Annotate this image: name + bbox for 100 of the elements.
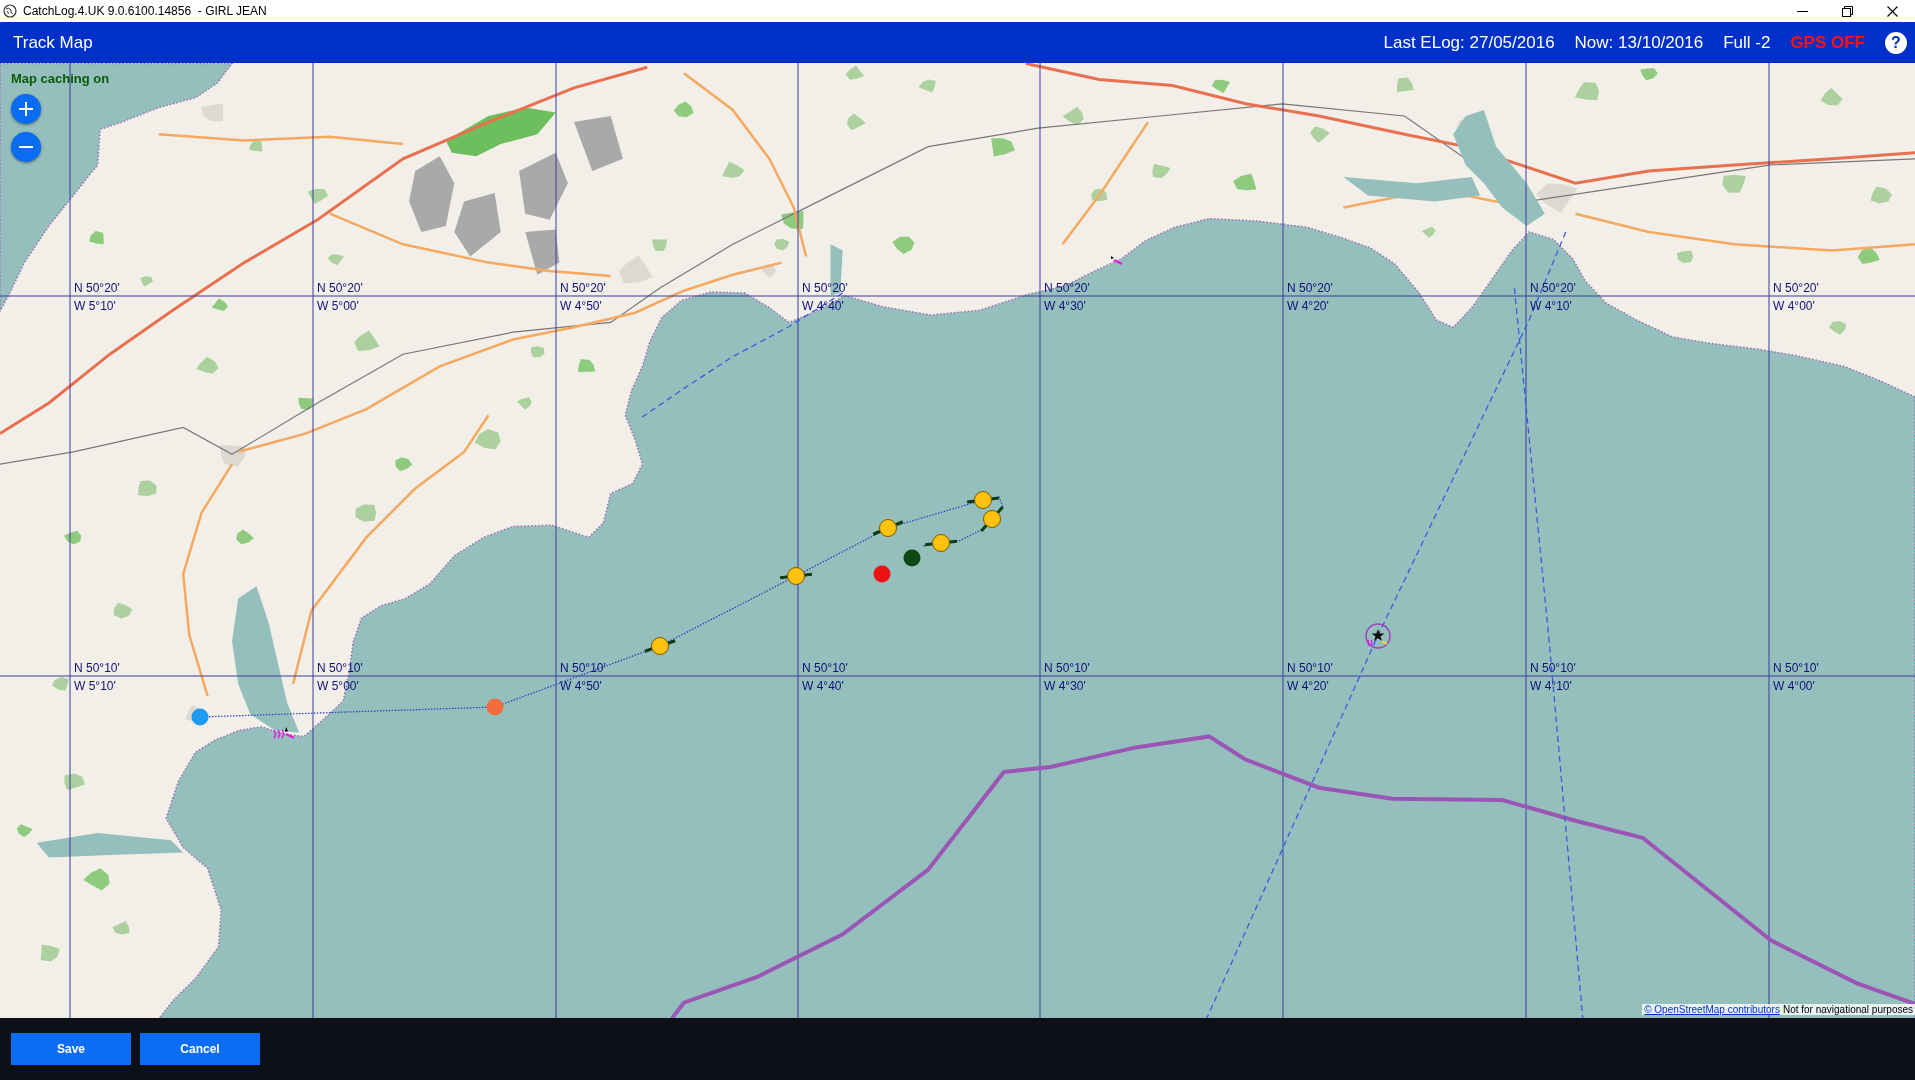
heading-tick [779, 572, 813, 580]
pointer-marker-icon [1111, 256, 1123, 266]
longitude-label: W 5°00' [317, 299, 359, 313]
woodland-area [774, 239, 790, 251]
longitude-label: W 4°30' [1044, 299, 1086, 313]
heading-tick [924, 539, 958, 547]
woodland-area [113, 602, 133, 619]
latitude-label: N 50°10' [317, 661, 363, 675]
longitude-label: W 5°10' [74, 299, 116, 313]
woodland-area [474, 429, 501, 450]
plus-icon [19, 102, 33, 116]
latitude-label: N 50°20' [1773, 281, 1819, 295]
woodland-area [578, 358, 596, 373]
woodland-area [1574, 81, 1599, 101]
quarry-area [525, 229, 560, 275]
woodland-area [1722, 174, 1746, 193]
gps-status: GPS OFF [1790, 32, 1865, 53]
heading-tick [966, 496, 1000, 504]
woodland-area [892, 236, 915, 254]
map-caching-status: Map caching on [11, 71, 110, 86]
longitude-label: W 4°20' [1287, 299, 1329, 313]
quarry-area [454, 193, 501, 257]
woodland-area [52, 677, 69, 691]
woodland-area [1310, 126, 1330, 144]
latitude-label: N 50°10' [74, 661, 120, 675]
woodland-area [236, 529, 254, 545]
woodland-area [112, 921, 130, 935]
woodland-area [1421, 226, 1436, 238]
latitude-label: N 50°20' [1044, 281, 1090, 295]
longitude-label: W 5°10' [74, 679, 116, 693]
woodland-area [307, 188, 329, 204]
woodland-area [991, 138, 1015, 157]
woodland-area [1870, 186, 1892, 204]
latitude-label: N 50°20' [802, 281, 848, 295]
woodland-area [845, 65, 865, 80]
town-area [1536, 183, 1578, 213]
woodland-area [722, 161, 745, 178]
longitude-label: W 4°40' [802, 299, 844, 313]
woodland-area [1820, 88, 1843, 106]
latitude-label: N 50°10' [560, 661, 606, 675]
woodland-area [395, 457, 413, 472]
latitude-label: N 50°10' [1287, 661, 1333, 675]
woodland-area [516, 397, 532, 410]
woodland-area [1211, 79, 1230, 94]
latitude-label: N 50°10' [802, 661, 848, 675]
woodland-area [781, 210, 804, 229]
heading-tick [872, 520, 904, 536]
current-date-text: Now: 13/10/2016 [1574, 32, 1704, 53]
zoom-level-text: Full -2 [1723, 32, 1771, 53]
longitude-label: W 4°10' [1530, 299, 1572, 313]
longitude-label: W 4°50' [560, 299, 602, 313]
quarry-area [519, 152, 568, 220]
globe-icon [3, 4, 17, 18]
woodland-area [16, 824, 33, 838]
woodland-area [651, 239, 668, 252]
longitude-label: W 4°00' [1773, 679, 1815, 693]
heading-tick [644, 639, 676, 653]
window-title: CatchLog.4.UK 9.0.6100.14856 - GIRL JEAN [23, 4, 268, 18]
woodland-area [40, 944, 60, 962]
woodland-area [83, 868, 110, 891]
longitude-label: W 4°50' [560, 679, 602, 693]
woodland-area [847, 113, 866, 131]
longitude-label: W 5°00' [317, 679, 359, 693]
page-title: Track Map [13, 32, 94, 53]
cancel-button[interactable]: Cancel [140, 1033, 260, 1065]
woodland-area [89, 231, 104, 245]
woodland-area [1857, 247, 1880, 264]
longitude-label: W 4°30' [1044, 679, 1086, 693]
woodland-area [530, 346, 545, 358]
woodland-area [1062, 106, 1084, 126]
woodland-area [211, 298, 228, 311]
latitude-label: N 50°10' [1044, 661, 1090, 675]
woodland-area [1152, 163, 1171, 179]
woodland-area [1676, 250, 1694, 264]
last-elog-text: Last ELog: 27/05/2016 [1383, 32, 1555, 53]
woodland-area [673, 101, 694, 118]
woodland-area [1091, 188, 1108, 202]
save-button[interactable]: Save [11, 1033, 131, 1065]
restore-icon[interactable] [1842, 5, 1853, 17]
close-icon[interactable] [1887, 5, 1898, 17]
latitude-label: N 50°10' [1530, 661, 1576, 675]
woodland-area [195, 356, 219, 374]
woodland-area [298, 397, 314, 410]
help-button[interactable]: ? [1885, 31, 1907, 54]
town-area [761, 265, 776, 278]
woodland-area [1397, 77, 1414, 92]
quarry-area [574, 116, 623, 171]
attribution-link[interactable]: © OpenStreetMap contributors [1644, 1004, 1780, 1015]
town-area [219, 444, 247, 467]
latitude-label: N 50°10' [1773, 661, 1819, 675]
latitude-label: N 50°20' [317, 281, 363, 295]
disclaimer-text: Not for navigational purposes [1782, 1004, 1913, 1015]
longitude-label: W 4°10' [1530, 679, 1572, 693]
longitude-label: W 4°40' [802, 679, 844, 693]
latitude-label: N 50°20' [74, 281, 120, 295]
woodland-area [1233, 173, 1257, 191]
woodland-area [355, 504, 377, 522]
woodland-area [138, 480, 157, 496]
signal-marker-icon [273, 727, 295, 740]
latitude-label: N 50°20' [560, 281, 606, 295]
